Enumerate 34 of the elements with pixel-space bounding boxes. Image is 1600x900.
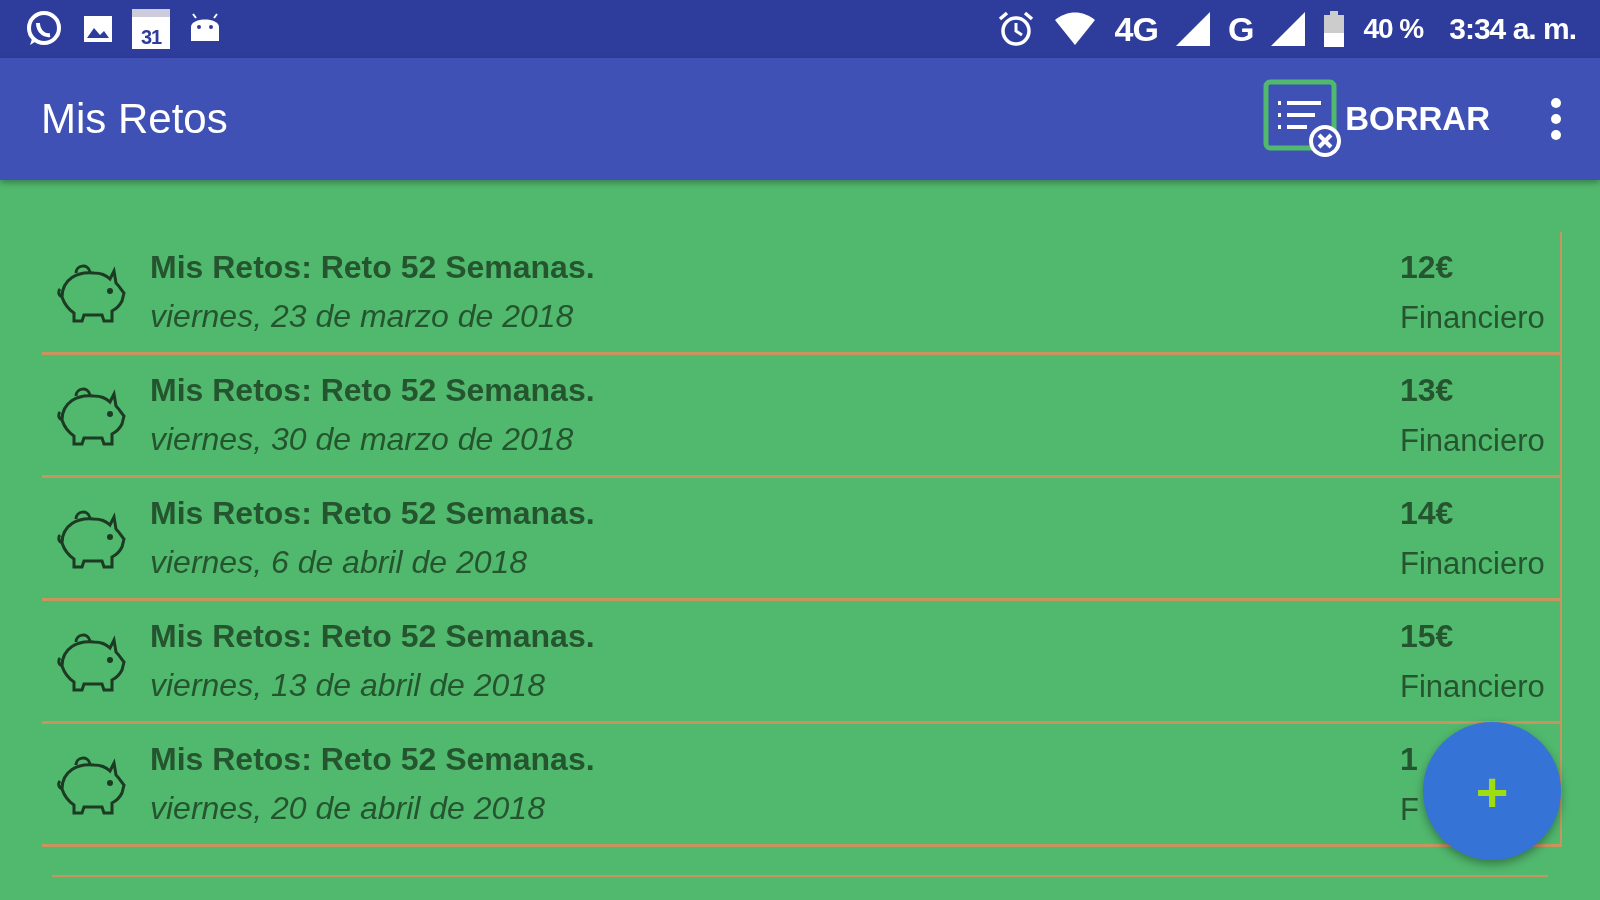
challenge-date: viernes, 23 de marzo de 2018 — [150, 298, 575, 335]
challenge-amount: 12€ — [1400, 248, 1454, 286]
challenge-category: Financiero — [1400, 668, 1545, 705]
challenge-title: Mis Retos: Reto 52 Semanas. — [150, 495, 596, 532]
network-type: 4G — [1114, 9, 1158, 49]
challenge-date: viernes, 13 de abril de 2018 — [150, 667, 546, 704]
calendar-icon: 31 — [132, 9, 170, 49]
challenge-amount: 14€ — [1400, 494, 1454, 532]
challenge-title: Mis Retos: Reto 52 Semanas. — [150, 372, 596, 409]
challenge-category: Financiero — [1400, 422, 1545, 459]
challenge-category: Financiero — [1400, 545, 1545, 582]
battery-percentage: 40 % — [1363, 13, 1424, 45]
challenge-amount: 15€ — [1400, 617, 1454, 655]
status-time: 3:34 a. m. — [1449, 12, 1576, 46]
alarm-icon — [996, 10, 1035, 48]
signal-icon — [1175, 12, 1210, 46]
challenge-date: viernes, 20 de abril de 2018 — [150, 790, 546, 827]
more-options-icon[interactable] — [1550, 97, 1562, 141]
image-icon — [82, 14, 114, 44]
challenge-amount: 1 — [1400, 740, 1418, 778]
challenge-amount: 13€ — [1400, 371, 1454, 409]
challenge-title: Mis Retos: Reto 52 Semanas. — [150, 741, 596, 778]
app-title: Mis Retos — [41, 95, 229, 143]
challenge-category: Financiero — [1400, 299, 1545, 336]
challenge-title: Mis Retos: Reto 52 Semanas. — [150, 618, 596, 655]
challenge-category: F — [1400, 791, 1419, 828]
delete-button[interactable]: BORRAR — [1263, 79, 1490, 159]
wifi-icon — [1052, 12, 1097, 46]
signal-icon — [1271, 12, 1306, 46]
battery-icon — [1323, 11, 1346, 47]
challenge-date: viernes, 30 de marzo de 2018 — [150, 421, 575, 458]
challenge-title: Mis Retos: Reto 52 Semanas. — [150, 249, 596, 286]
network-type: G — [1227, 9, 1254, 49]
challenge-date: viernes, 6 de abril de 2018 — [150, 544, 529, 581]
